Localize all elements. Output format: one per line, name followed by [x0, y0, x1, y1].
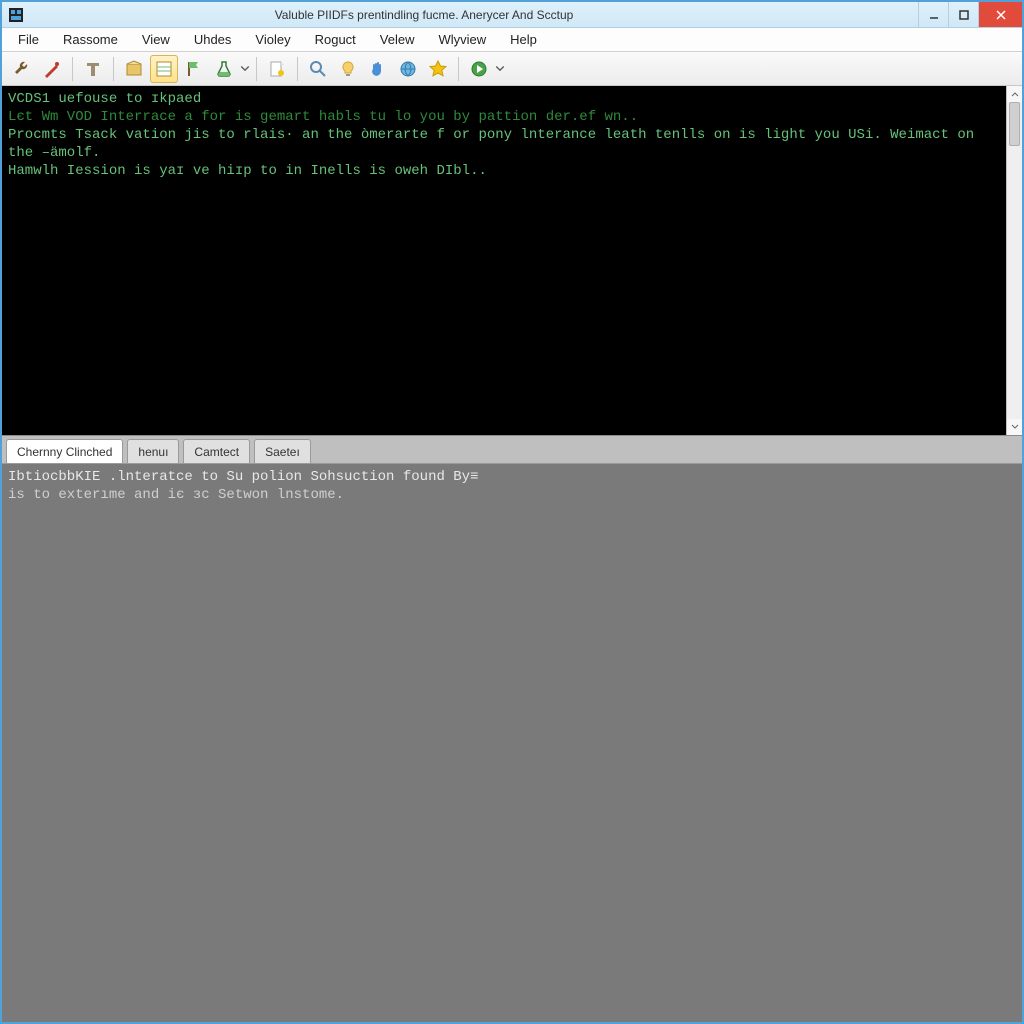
toolbar-separator: [297, 57, 298, 81]
scroll-thumb[interactable]: [1009, 102, 1020, 146]
terminal-line: Procmts Tsack vation jis to rlais· an th…: [8, 127, 983, 161]
menu-velew[interactable]: Velew: [368, 30, 427, 49]
chevron-down-icon[interactable]: [495, 55, 505, 83]
hand-icon[interactable]: [364, 55, 392, 83]
toolbar-separator: [113, 57, 114, 81]
window-title: Valuble PIIDFs prentindling fucme. Anery…: [30, 8, 918, 22]
flask-icon[interactable]: [210, 55, 238, 83]
close-button[interactable]: [978, 2, 1022, 27]
lower-line: IbtiocbbKIE .lnteratce to Su polion Sohs…: [8, 469, 478, 485]
tab-henu[interactable]: henuı: [127, 439, 179, 463]
tab-chernny-clinched[interactable]: Chernny Clinched: [6, 439, 123, 463]
menu-help[interactable]: Help: [498, 30, 549, 49]
toolbar-separator: [72, 57, 73, 81]
text-icon[interactable]: [79, 55, 107, 83]
lower-output-pane[interactable]: IbtiocbbKIE .lnteratce to Su polion Sohs…: [2, 464, 1022, 1022]
titlebar: Valuble PIIDFs prentindling fucme. Anery…: [2, 2, 1022, 28]
menu-uhdes[interactable]: Uhdes: [182, 30, 244, 49]
lower-line: is to exterıme and iє зc Setwon lnstome.: [8, 487, 344, 503]
terminal-line: VCDS1 uefouse to ɪkpaed: [8, 91, 201, 107]
wrench-icon[interactable]: [8, 55, 36, 83]
tab-saete[interactable]: Saeteı: [254, 439, 311, 463]
menu-wlyview[interactable]: Wlyview: [427, 30, 499, 49]
app-window: Valuble PIIDFs prentindling fucme. Anery…: [1, 1, 1023, 1023]
scroll-up-icon[interactable]: [1007, 86, 1022, 102]
scroll-down-icon[interactable]: [1007, 419, 1022, 435]
menu-file[interactable]: File: [6, 30, 51, 49]
scroll-track[interactable]: [1007, 102, 1022, 419]
terminal-output[interactable]: VCDS1 uefouse to ɪkpaed Lєt Wm VOD Inter…: [2, 86, 1006, 435]
app-icon: [8, 7, 24, 23]
menu-view[interactable]: View: [130, 30, 182, 49]
menu-roguct[interactable]: Roguct: [303, 30, 368, 49]
flag-icon[interactable]: [180, 55, 208, 83]
sheet-icon[interactable]: [150, 55, 178, 83]
terminal-line: Hamwlh Iession is yaɪ ve hiɪp to in Inel…: [8, 163, 487, 179]
toolbar-separator: [458, 57, 459, 81]
terminal-line: Lєt Wm VOD Interrace a for is gemart hab…: [8, 109, 638, 125]
toolbar-separator: [256, 57, 257, 81]
maximize-button[interactable]: [948, 2, 978, 27]
lower-tabs: Chernny Clinched henuı Camtect Saeteı: [2, 436, 1022, 464]
globe-icon[interactable]: [394, 55, 422, 83]
star-icon[interactable]: [424, 55, 452, 83]
wand-icon[interactable]: [38, 55, 66, 83]
menubar: File Rassome View Uhdes Violey Roguct Ve…: [2, 28, 1022, 52]
page-icon[interactable]: [263, 55, 291, 83]
globe-run-icon[interactable]: [465, 55, 493, 83]
chevron-down-icon[interactable]: [240, 55, 250, 83]
window-controls: [918, 2, 1022, 27]
menu-violey[interactable]: Violey: [243, 30, 302, 49]
terminal-scrollbar[interactable]: [1006, 86, 1022, 435]
menu-rassome[interactable]: Rassome: [51, 30, 130, 49]
terminal-pane: VCDS1 uefouse to ɪkpaed Lєt Wm VOD Inter…: [2, 86, 1022, 436]
minimize-button[interactable]: [918, 2, 948, 27]
search-icon[interactable]: [304, 55, 332, 83]
toolbar: [2, 52, 1022, 86]
box-icon[interactable]: [120, 55, 148, 83]
bulb-icon[interactable]: [334, 55, 362, 83]
tab-camtect[interactable]: Camtect: [183, 439, 250, 463]
